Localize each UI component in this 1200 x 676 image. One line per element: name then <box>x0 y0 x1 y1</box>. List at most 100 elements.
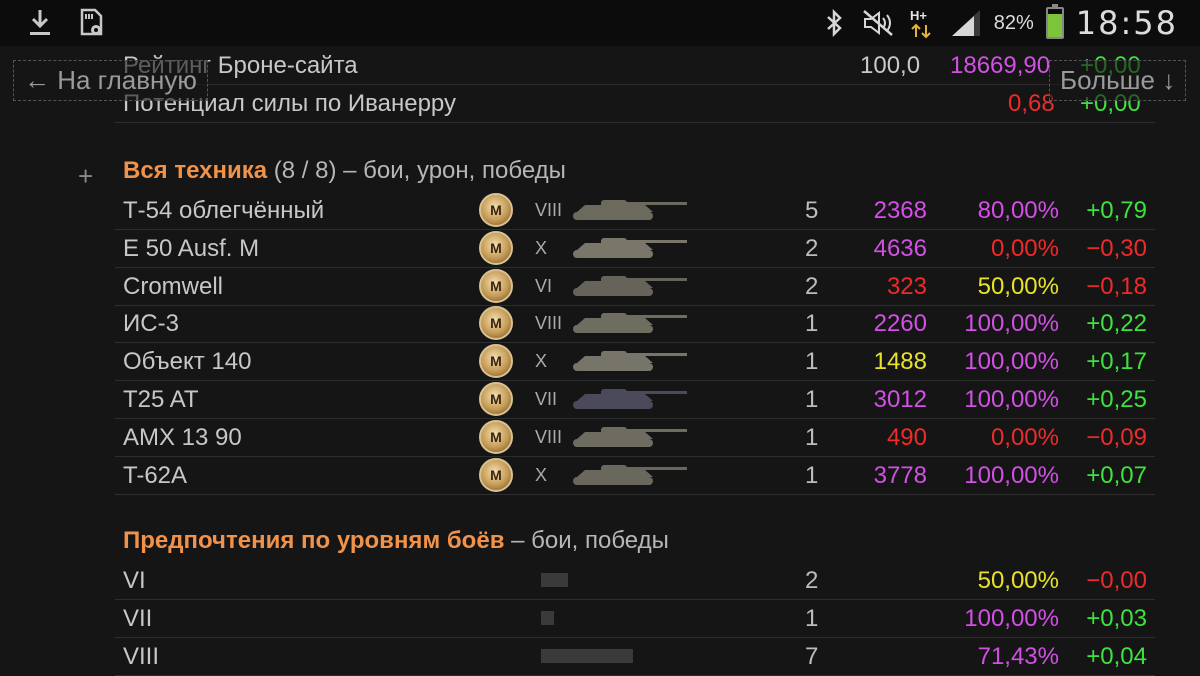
vehicle-row[interactable]: AMX 13 90 M VIII 1 490 0,00% −0,09 <box>115 418 1155 457</box>
rating-delta: +0,22 <box>1086 310 1147 338</box>
power-potential-score: 0,68 <box>1008 90 1055 117</box>
rating-value: 100,0 <box>860 52 921 79</box>
average-damage: 3012 <box>873 386 927 413</box>
mastery-badge-letter: M <box>479 193 513 227</box>
level-row[interactable]: VII 1 100,00% +0,03 <box>115 599 1155 638</box>
vehicles-title: Вся техника <box>123 157 268 184</box>
vehicle-row[interactable]: Т-54 облегчённый M VIII 5 2368 80,00% +0,79 <box>115 191 1155 230</box>
home-button[interactable]: ← На главную <box>13 60 208 101</box>
tank-silhouette-icon <box>565 345 695 375</box>
mastery-badge-letter: M <box>479 382 513 416</box>
vehicle-row[interactable]: T25 AT M VII 1 3012 100,00% +0,25 <box>115 380 1155 419</box>
level-row[interactable]: VI 2 50,00% −0,00 <box>115 561 1155 600</box>
vehicle-name: Т-54 облегчённый <box>123 197 325 224</box>
vehicle-row[interactable]: T-62A M X 1 3778 100,00% +0,07 <box>115 456 1155 495</box>
status-bar-right: H+ 82% 18:58 <box>818 4 1178 42</box>
average-damage: 4636 <box>873 234 927 262</box>
mastery-badge-icon: M <box>479 191 513 227</box>
vehicle-row[interactable]: ИС-3 M VIII 1 2260 100,00% +0,22 <box>115 304 1155 344</box>
vehicles-section-title: Вся техника (8 / 8) – бои, урон, победы <box>123 157 566 185</box>
tank-silhouette-icon <box>565 383 695 413</box>
win-rate: 50,00% <box>977 272 1059 300</box>
mastery-badge-letter: M <box>479 306 513 341</box>
vehicle-tier: X <box>535 464 548 485</box>
vehicle-row[interactable]: Cromwell M VI 2 323 50,00% −0,18 <box>115 267 1155 306</box>
vehicles-suffix: – бои, урон, победы <box>343 157 566 184</box>
mobile-data-icon: H+ <box>906 6 938 40</box>
vehicle-name: E 50 Ausf. M <box>123 234 260 262</box>
vehicle-name: Cromwell <box>123 272 224 300</box>
mastery-badge-icon: M <box>479 418 513 454</box>
vehicle-name: ИС-3 <box>123 310 179 338</box>
levels-title: Предпочтения по уровням боёв <box>123 527 505 554</box>
mastery-badge-letter: M <box>479 268 513 303</box>
win-rate: 0,00% <box>990 423 1059 451</box>
network-type-label: H+ <box>910 8 927 23</box>
bluetooth-icon <box>818 6 850 40</box>
mastery-badge-icon: M <box>479 380 513 416</box>
mastery-badge-icon: M <box>479 342 513 379</box>
rating-delta: −0,09 <box>1086 423 1147 451</box>
rating-delta: −0,00 <box>1086 567 1147 594</box>
vehicle-name: T25 AT <box>123 386 199 413</box>
tank-silhouette-icon <box>565 270 695 300</box>
power-potential-row: Потенциал силы по Иванерру 0,68 +0,00 <box>115 84 1155 123</box>
rating-delta: −0,18 <box>1086 272 1147 300</box>
tank-silhouette-icon <box>565 307 695 337</box>
battle-count: 2 <box>805 567 819 594</box>
vehicle-tier: VIII <box>535 200 563 220</box>
battle-count: 2 <box>805 272 819 300</box>
vehicle-row[interactable]: E 50 Ausf. M M X 2 4636 0,00% −0,30 <box>115 229 1155 268</box>
level-share-bar <box>541 648 633 663</box>
download-icon <box>24 6 56 40</box>
win-rate: 100,00% <box>964 310 1059 338</box>
battle-count: 1 <box>805 461 819 489</box>
tank-silhouette-icon <box>565 421 695 451</box>
tank-silhouette-icon <box>565 194 695 224</box>
more-button[interactable]: Больше ↓ <box>1049 60 1187 101</box>
status-bar-left <box>24 6 108 40</box>
win-rate: 80,00% <box>977 197 1059 224</box>
rating-score: 18669,90 <box>950 52 1051 79</box>
mastery-badge-icon: M <box>479 304 513 341</box>
vehicle-name: T-62A <box>123 461 188 489</box>
win-rate: 71,43% <box>977 642 1059 670</box>
average-damage: 490 <box>886 423 927 451</box>
battery-icon <box>1045 4 1064 39</box>
average-damage: 2260 <box>873 310 927 338</box>
mastery-badge-letter: M <box>479 344 513 379</box>
average-damage: 3778 <box>873 461 927 489</box>
battle-count: 2 <box>805 234 819 262</box>
mastery-badge-letter: M <box>479 419 513 454</box>
battle-level: VI <box>123 567 146 594</box>
mastery-badge-letter: M <box>479 457 513 492</box>
tank-silhouette-icon <box>565 232 695 262</box>
vehicle-tier: VI <box>535 275 553 296</box>
mute-icon <box>862 6 894 40</box>
win-rate: 0,00% <box>990 234 1059 262</box>
level-share-bar <box>541 573 568 587</box>
average-damage: 323 <box>886 272 927 300</box>
mastery-badge-letter: M <box>479 230 513 265</box>
vehicle-tier: X <box>535 237 548 258</box>
win-rate: 100,00% <box>964 348 1059 376</box>
vehicle-tier: VIII <box>535 426 563 447</box>
rating-delta: +0,03 <box>1086 604 1147 632</box>
battle-count: 1 <box>805 310 819 338</box>
win-rate: 100,00% <box>964 604 1059 632</box>
average-damage: 2368 <box>873 197 927 224</box>
win-rate: 100,00% <box>964 386 1059 413</box>
win-rate: 100,00% <box>964 461 1059 489</box>
battle-count: 1 <box>805 348 819 376</box>
battle-count: 1 <box>805 604 819 632</box>
vehicle-row[interactable]: Объект 140 M X 1 1488 100,00% +0,17 <box>115 342 1155 382</box>
vehicle-tier: X <box>535 351 548 372</box>
mastery-badge-icon: M <box>479 229 513 265</box>
levels-section-title: Предпочтения по уровням боёв – бои, побе… <box>123 527 669 555</box>
rating-delta: −0,30 <box>1086 234 1147 262</box>
expand-plus-icon[interactable]: + <box>78 161 93 192</box>
level-row[interactable]: VIII 7 71,43% +0,04 <box>115 637 1155 676</box>
win-rate: 50,00% <box>977 567 1059 594</box>
battle-count: 5 <box>805 197 819 224</box>
level-share-bar <box>541 610 554 625</box>
